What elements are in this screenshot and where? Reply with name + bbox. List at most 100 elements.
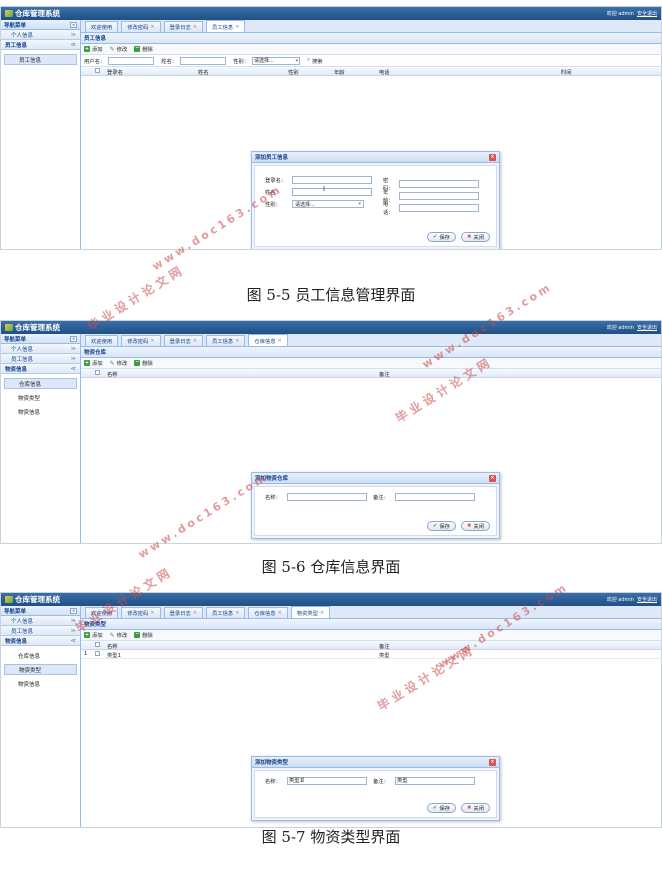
column-header: 电话 bbox=[379, 70, 390, 76]
close-icon[interactable]: × bbox=[235, 610, 239, 616]
table-row[interactable]: 1 类型1 类型 bbox=[81, 650, 661, 659]
accordion-personal[interactable]: 个人信息 ≫ bbox=[1, 30, 80, 40]
name-search-input[interactable] bbox=[180, 56, 227, 65]
collapse-sidebar-button[interactable]: « bbox=[70, 607, 77, 614]
close-icon[interactable]: × bbox=[193, 610, 197, 616]
sidebar-item-material-type[interactable]: 物资类型 bbox=[4, 664, 77, 675]
app-title: 仓库管理系统 bbox=[15, 9, 60, 18]
note-input[interactable] bbox=[395, 493, 475, 501]
tab-warehouse[interactable]: 仓库信息 × bbox=[248, 334, 288, 346]
sidebar-item-employee[interactable]: 员工信息 bbox=[4, 54, 77, 65]
accordion-employee[interactable]: 员工信息 ≪ bbox=[1, 40, 80, 50]
close-button[interactable]: ✖ 关闭 bbox=[460, 521, 490, 531]
logout-link[interactable]: 安全退出 bbox=[637, 596, 657, 603]
tab-welcome[interactable]: 欢迎使用 bbox=[85, 607, 119, 618]
note-label: 备注： bbox=[373, 779, 389, 785]
accordion-personal[interactable]: 个人信息 ≫ bbox=[1, 344, 80, 354]
sidebar-item-warehouse[interactable]: 仓库信息 bbox=[4, 650, 77, 661]
name-input[interactable] bbox=[287, 493, 367, 501]
delete-button[interactable]: − 删除 bbox=[134, 631, 153, 639]
sidebar-item-warehouse[interactable]: 仓库信息 bbox=[4, 378, 77, 389]
close-button[interactable]: ✖ 关闭 bbox=[460, 232, 490, 242]
password-input[interactable] bbox=[399, 180, 479, 188]
name-input[interactable]: 类型1 bbox=[287, 777, 367, 785]
delete-button[interactable]: − 删除 bbox=[134, 359, 153, 367]
close-icon[interactable]: × bbox=[489, 474, 496, 482]
edit-button[interactable]: ✎ 修改 bbox=[110, 359, 128, 368]
row-checkbox[interactable] bbox=[95, 651, 100, 656]
accordion-material[interactable]: 物资信息 ≪ bbox=[1, 364, 80, 374]
logout-link[interactable]: 安全退出 bbox=[637, 10, 657, 17]
add-button[interactable]: + 添加 bbox=[84, 359, 103, 367]
edit-button[interactable]: ✎ 修改 bbox=[110, 631, 128, 640]
app-header: 仓库管理系统 欢迎 admin 安全退出 bbox=[1, 593, 661, 606]
tab-login-log[interactable]: 登录日志 × bbox=[163, 607, 204, 618]
collapse-sidebar-button[interactable]: « bbox=[70, 21, 77, 28]
add-button[interactable]: + 添加 bbox=[84, 631, 103, 639]
sidebar-item-material[interactable]: 物资信息 bbox=[4, 678, 77, 689]
tab-employee[interactable]: 员工信息 × bbox=[206, 335, 246, 346]
close-icon[interactable]: × bbox=[193, 24, 197, 30]
tab-login-log[interactable]: 登录日志 × bbox=[163, 21, 204, 32]
close-icon[interactable]: × bbox=[320, 610, 324, 616]
accordion-material[interactable]: 物资信息 ≪ bbox=[1, 636, 80, 646]
logout-link[interactable]: 安全退出 bbox=[637, 324, 657, 331]
close-icon[interactable]: × bbox=[193, 338, 197, 344]
tab-warehouse[interactable]: 仓库信息 × bbox=[248, 607, 288, 618]
accordion-employee[interactable]: 员工信息 ≫ bbox=[1, 354, 80, 364]
grid-header: 登录名 姓名 性别 年龄 电话 时间 bbox=[81, 67, 661, 76]
select-all-checkbox[interactable] bbox=[95, 370, 100, 375]
close-icon[interactable]: × bbox=[150, 338, 154, 344]
tab-change-password[interactable]: 修改密码 × bbox=[121, 335, 161, 346]
close-icon[interactable]: × bbox=[235, 338, 239, 344]
gender-select[interactable]: 请选择... ▾ bbox=[292, 200, 364, 208]
sidebar-item-material[interactable]: 物资信息 bbox=[4, 406, 77, 417]
username-label: 用户名： bbox=[84, 58, 106, 65]
phone-input[interactable] bbox=[399, 204, 479, 212]
close-button[interactable]: ✖ 关闭 bbox=[460, 803, 490, 813]
accordion-personal[interactable]: 个人信息 ≫ bbox=[1, 616, 80, 626]
tab-bar: 欢迎使用 修改密码 × 登录日志 × 员工信息 × 仓库信息 × bbox=[81, 334, 661, 347]
name-input[interactable] bbox=[292, 188, 372, 196]
delete-icon: − bbox=[134, 631, 141, 638]
tab-employee[interactable]: 员工信息 × bbox=[206, 607, 246, 618]
screenshot-material-type: 仓库管理系统 欢迎 admin 安全退出 导航菜单 « 个人信息 ≫ 员工信息 ≫ 物资… bbox=[0, 592, 662, 828]
age-input[interactable] bbox=[399, 192, 479, 200]
tab-change-password[interactable]: 修改密码 × bbox=[121, 607, 161, 618]
add-button[interactable]: + 添加 bbox=[84, 45, 103, 53]
search-button[interactable]: ⌕ 搜索 bbox=[307, 57, 323, 65]
note-input[interactable]: 类型 bbox=[395, 777, 475, 785]
cancel-x-icon: ✖ bbox=[466, 523, 472, 529]
accordion-employee[interactable]: 员工信息 ≫ bbox=[1, 626, 80, 636]
gender-select[interactable]: 请选择... ▾ bbox=[252, 56, 301, 65]
close-icon[interactable]: × bbox=[278, 338, 282, 344]
collapse-sidebar-button[interactable]: « bbox=[70, 335, 77, 342]
save-button[interactable]: ✔ 保存 bbox=[426, 803, 456, 813]
delete-button[interactable]: − 删除 bbox=[134, 45, 153, 53]
tab-material-type[interactable]: 物资类型 × bbox=[290, 606, 331, 618]
name-label: 姓名： bbox=[161, 58, 178, 65]
save-button[interactable]: ✔ 保存 bbox=[426, 232, 456, 242]
tab-welcome[interactable]: 欢迎使用 bbox=[85, 335, 119, 346]
username-search-input[interactable] bbox=[108, 56, 155, 65]
tab-login-log[interactable]: 登录日志 × bbox=[163, 335, 204, 346]
login-name-input[interactable] bbox=[292, 176, 372, 184]
sidebar-header: 导航菜单 « bbox=[1, 20, 80, 30]
tab-change-password[interactable]: 修改密码 × bbox=[121, 21, 161, 32]
column-header: 年龄 bbox=[334, 70, 345, 76]
select-all-checkbox[interactable] bbox=[95, 68, 100, 73]
close-icon[interactable]: × bbox=[235, 24, 239, 30]
close-icon[interactable]: × bbox=[278, 610, 282, 616]
select-all-checkbox[interactable] bbox=[95, 642, 100, 647]
edit-button[interactable]: ✎ 修改 bbox=[110, 45, 128, 54]
phone-label: 电话： bbox=[383, 202, 394, 216]
tab-employee[interactable]: 员工信息 × bbox=[206, 20, 246, 32]
close-icon[interactable]: × bbox=[489, 153, 496, 161]
close-icon[interactable]: × bbox=[489, 758, 496, 766]
sidebar-item-material-type[interactable]: 物资类型 bbox=[4, 392, 77, 403]
save-button[interactable]: ✔ 保存 bbox=[426, 521, 456, 531]
close-icon[interactable]: × bbox=[150, 610, 154, 616]
tab-welcome[interactable]: 欢迎使用 bbox=[85, 21, 119, 32]
screenshot-employee: 仓库管理系统 欢迎 admin 安全退出 导航菜单 « 个人信息 ≫ 员工信息 ≪ 员工… bbox=[0, 6, 662, 250]
close-icon[interactable]: × bbox=[150, 24, 154, 30]
